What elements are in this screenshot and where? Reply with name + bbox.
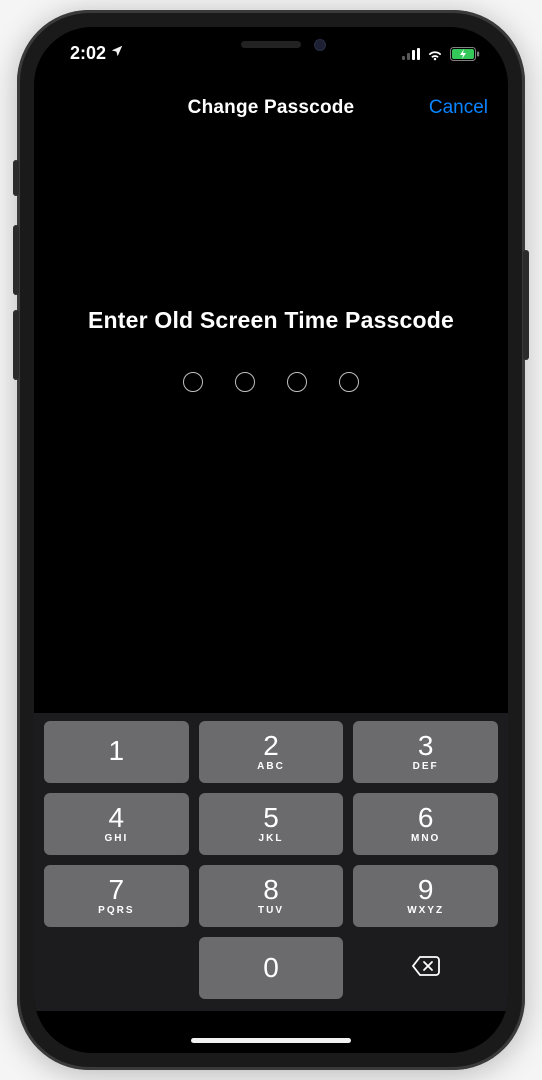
location-arrow-icon <box>110 44 124 61</box>
keypad-key-6[interactable]: 6 MNO <box>353 793 498 855</box>
passcode-dots <box>34 372 508 392</box>
passcode-dot <box>235 372 255 392</box>
keypad-key-2[interactable]: 2 ABC <box>199 721 344 783</box>
screen: 2:02 <box>34 27 508 1053</box>
wifi-icon <box>426 47 444 61</box>
passcode-dot <box>339 372 359 392</box>
cellular-signal-icon <box>402 48 420 60</box>
page-title: Change Passcode <box>188 97 355 119</box>
key-digit: 0 <box>263 954 279 982</box>
key-digit: 6 <box>418 804 434 832</box>
speaker-grille <box>241 41 301 48</box>
prompt-text: Enter Old Screen Time Passcode <box>34 307 508 334</box>
keypad-spacer <box>44 937 189 999</box>
key-letters: PQRS <box>98 906 134 916</box>
numeric-keypad: 1 2 ABC 3 DEF 4 GHI 5 JKL 6 MNO <box>34 713 508 1011</box>
key-letters: JKL <box>259 834 284 844</box>
keypad-key-0[interactable]: 0 <box>199 937 344 999</box>
passcode-prompt: Enter Old Screen Time Passcode <box>34 307 508 392</box>
passcode-dot <box>287 372 307 392</box>
nav-bar: Change Passcode Cancel <box>34 85 508 131</box>
key-letters: MNO <box>411 834 440 844</box>
delete-icon <box>411 955 441 982</box>
key-letters: TUV <box>258 906 284 916</box>
key-digit: 5 <box>263 804 279 832</box>
key-digit: 9 <box>418 876 434 904</box>
key-letters: DEF <box>413 762 439 772</box>
key-digit: 4 <box>109 804 125 832</box>
key-letters: ABC <box>257 762 285 772</box>
keypad-key-7[interactable]: 7 PQRS <box>44 865 189 927</box>
battery-charging-icon <box>450 47 480 61</box>
key-digit: 1 <box>109 737 125 765</box>
phone-frame: 2:02 <box>17 10 525 1070</box>
key-digit: 3 <box>418 732 434 760</box>
keypad-delete-button[interactable] <box>353 937 498 999</box>
keypad-key-4[interactable]: 4 GHI <box>44 793 189 855</box>
mute-switch <box>13 160 19 196</box>
key-digit: 2 <box>263 732 279 760</box>
volume-down-button <box>13 310 19 380</box>
key-letters: GHI <box>104 834 128 844</box>
home-indicator[interactable] <box>191 1038 351 1043</box>
power-button <box>523 250 529 360</box>
status-time: 2:02 <box>70 43 106 64</box>
keypad-key-9[interactable]: 9 WXYZ <box>353 865 498 927</box>
cancel-button[interactable]: Cancel <box>429 97 488 119</box>
volume-up-button <box>13 225 19 295</box>
key-letters: WXYZ <box>407 906 444 916</box>
keypad-key-8[interactable]: 8 TUV <box>199 865 344 927</box>
key-digit: 7 <box>109 876 125 904</box>
keypad-key-3[interactable]: 3 DEF <box>353 721 498 783</box>
passcode-dot <box>183 372 203 392</box>
key-digit: 8 <box>263 876 279 904</box>
notch <box>156 27 386 61</box>
front-camera <box>314 39 326 51</box>
keypad-key-5[interactable]: 5 JKL <box>199 793 344 855</box>
keypad-key-1[interactable]: 1 <box>44 721 189 783</box>
